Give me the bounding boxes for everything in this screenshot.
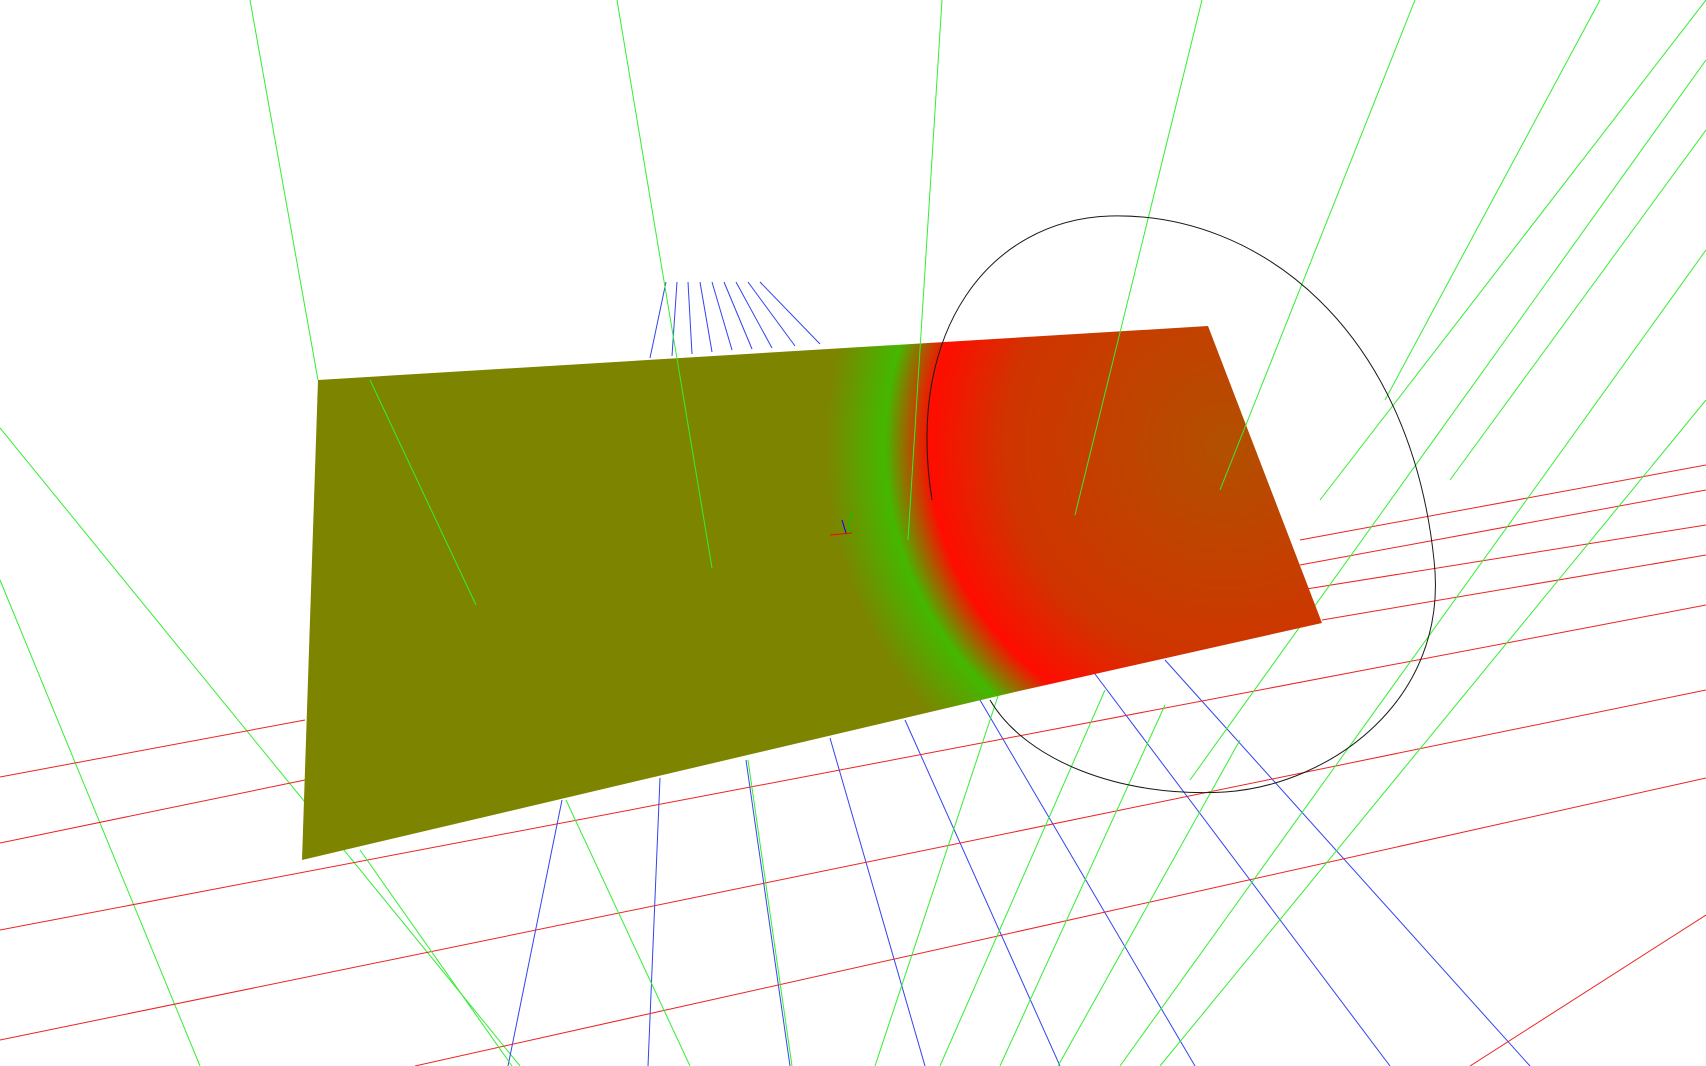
green-line-bottom-0 <box>874 689 1001 1066</box>
3d-viewport[interactable] <box>0 0 1706 1066</box>
blue-line-bottom-0 <box>507 799 563 1066</box>
blue-line-bottom-3 <box>829 737 926 1066</box>
blue-line-bottom-5 <box>979 699 1196 1066</box>
blue-line-bottom-2 <box>745 759 791 1066</box>
green-line-upper-3 <box>1219 0 1416 491</box>
blue-line-top-4 <box>711 281 733 351</box>
blue-line-bottom-4 <box>904 719 1061 1066</box>
blue-line-top-0 <box>649 281 667 359</box>
red-line-back-2 <box>1299 464 1706 541</box>
blue-line-top-6 <box>735 281 773 349</box>
green-line-bottom-6 <box>1189 59 1706 781</box>
red-line-back-5 <box>1321 554 1706 621</box>
green-line-lower-2 <box>747 759 793 1066</box>
blue-line-bottom-6 <box>1094 673 1391 1066</box>
blue-line-top-5 <box>723 281 753 350</box>
blue-line-bottom-7 <box>1164 659 1531 1066</box>
blue-line-top-3 <box>699 281 713 353</box>
gradient-surface-plane[interactable] <box>302 326 1322 860</box>
3d-scene[interactable] <box>0 0 1706 1066</box>
green-line-back-1 <box>0 579 201 1066</box>
red-line-lower-2 <box>414 777 1706 1066</box>
red-line-lower-3 <box>1469 914 1706 1066</box>
blue-line-top-2 <box>687 281 693 355</box>
green-line-lower-1 <box>565 799 691 1066</box>
red-line-back-3 <box>1299 489 1706 566</box>
blue-line-top-8 <box>759 281 821 345</box>
blue-line-top-7 <box>747 281 796 347</box>
red-line-back-0 <box>0 719 306 778</box>
red-line-back-4 <box>1299 524 1706 591</box>
blue-line-bottom-1 <box>647 777 661 1066</box>
green-line-back-2 <box>249 0 319 381</box>
green-line-upper-6 <box>1319 0 1706 501</box>
green-line-upper-4 <box>1384 0 1601 401</box>
red-line-back-1 <box>0 779 306 844</box>
green-line-lower-0 <box>359 849 513 1066</box>
green-line-bottom-2 <box>999 704 1166 1066</box>
